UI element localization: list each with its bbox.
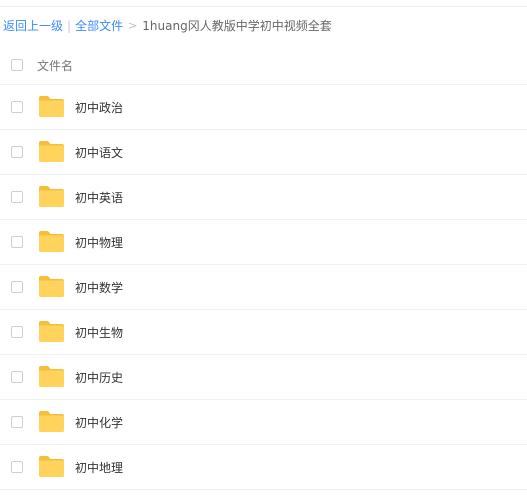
folder-name[interactable]: 初中物理 [75,234,123,251]
folder-row[interactable]: 初中数学 [0,265,527,310]
row-checkbox[interactable] [11,371,23,383]
select-all-checkbox[interactable] [11,59,23,71]
folder-row[interactable]: 初中生物 [0,310,527,355]
folder-row[interactable]: 初中地理 [0,445,527,490]
folder-name[interactable]: 初中地理 [75,459,123,476]
folder-row[interactable]: 初中政治 [0,85,527,130]
breadcrumb: 返回上一级 | 全部文件 > 1huang冈人教版中学初中视频全套 [3,17,332,35]
folder-icon [39,141,64,162]
folder-row[interactable]: 初中英语 [0,175,527,220]
folder-icon [39,231,64,252]
folder-row[interactable]: 初中化学 [0,400,527,445]
row-checkbox[interactable] [11,191,23,203]
file-list: 初中政治 初中语文 初中英语 初中物理 初中数学 初中生物 初中历史 初中化学 … [0,85,527,490]
row-checkbox[interactable] [11,236,23,248]
folder-icon [39,411,64,432]
row-checkbox[interactable] [11,281,23,293]
folder-icon [39,321,64,342]
folder-icon [39,96,64,117]
folder-icon [39,456,64,477]
folder-name[interactable]: 初中语文 [75,144,123,161]
list-header: 文件名 [0,46,527,85]
folder-row[interactable]: 初中物理 [0,220,527,265]
folder-name[interactable]: 初中政治 [75,99,123,116]
file-browser: 返回上一级 | 全部文件 > 1huang冈人教版中学初中视频全套 文件名 初中… [0,0,527,503]
folder-icon [39,366,64,387]
folder-name[interactable]: 初中英语 [75,189,123,206]
folder-icon [39,186,64,207]
folder-name[interactable]: 初中历史 [75,369,123,386]
row-checkbox[interactable] [11,461,23,473]
back-link[interactable]: 返回上一级 [3,17,63,35]
current-folder-title: 1huang冈人教版中学初中视频全套 [142,19,332,33]
filename-column-header[interactable]: 文件名 [37,57,73,74]
row-checkbox[interactable] [11,326,23,338]
breadcrumb-separator: | [67,19,72,33]
top-divider [0,6,527,7]
row-checkbox[interactable] [11,101,23,113]
folder-row[interactable]: 初中语文 [0,130,527,175]
folder-name[interactable]: 初中数学 [75,279,123,296]
all-files-link[interactable]: 全部文件 [75,17,123,35]
folder-row[interactable]: 初中历史 [0,355,527,400]
row-checkbox[interactable] [11,146,23,158]
folder-icon [39,276,64,297]
folder-name[interactable]: 初中生物 [75,324,123,341]
breadcrumb-arrow: > [128,19,138,32]
folder-name[interactable]: 初中化学 [75,414,123,431]
row-checkbox[interactable] [11,416,23,428]
